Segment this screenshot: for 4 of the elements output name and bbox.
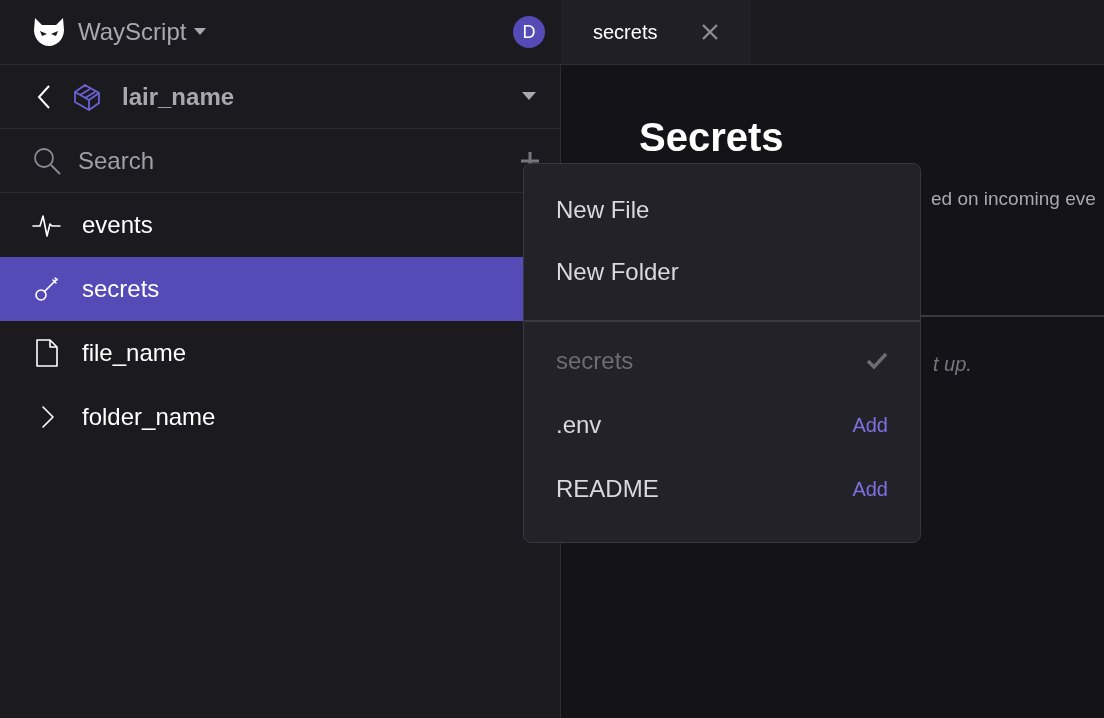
page-description: ed on incoming eve: [931, 187, 1096, 211]
lair-name: lair_name: [122, 81, 235, 112]
empty-note: t up.: [933, 352, 972, 377]
page-title: Secrets: [639, 115, 784, 159]
